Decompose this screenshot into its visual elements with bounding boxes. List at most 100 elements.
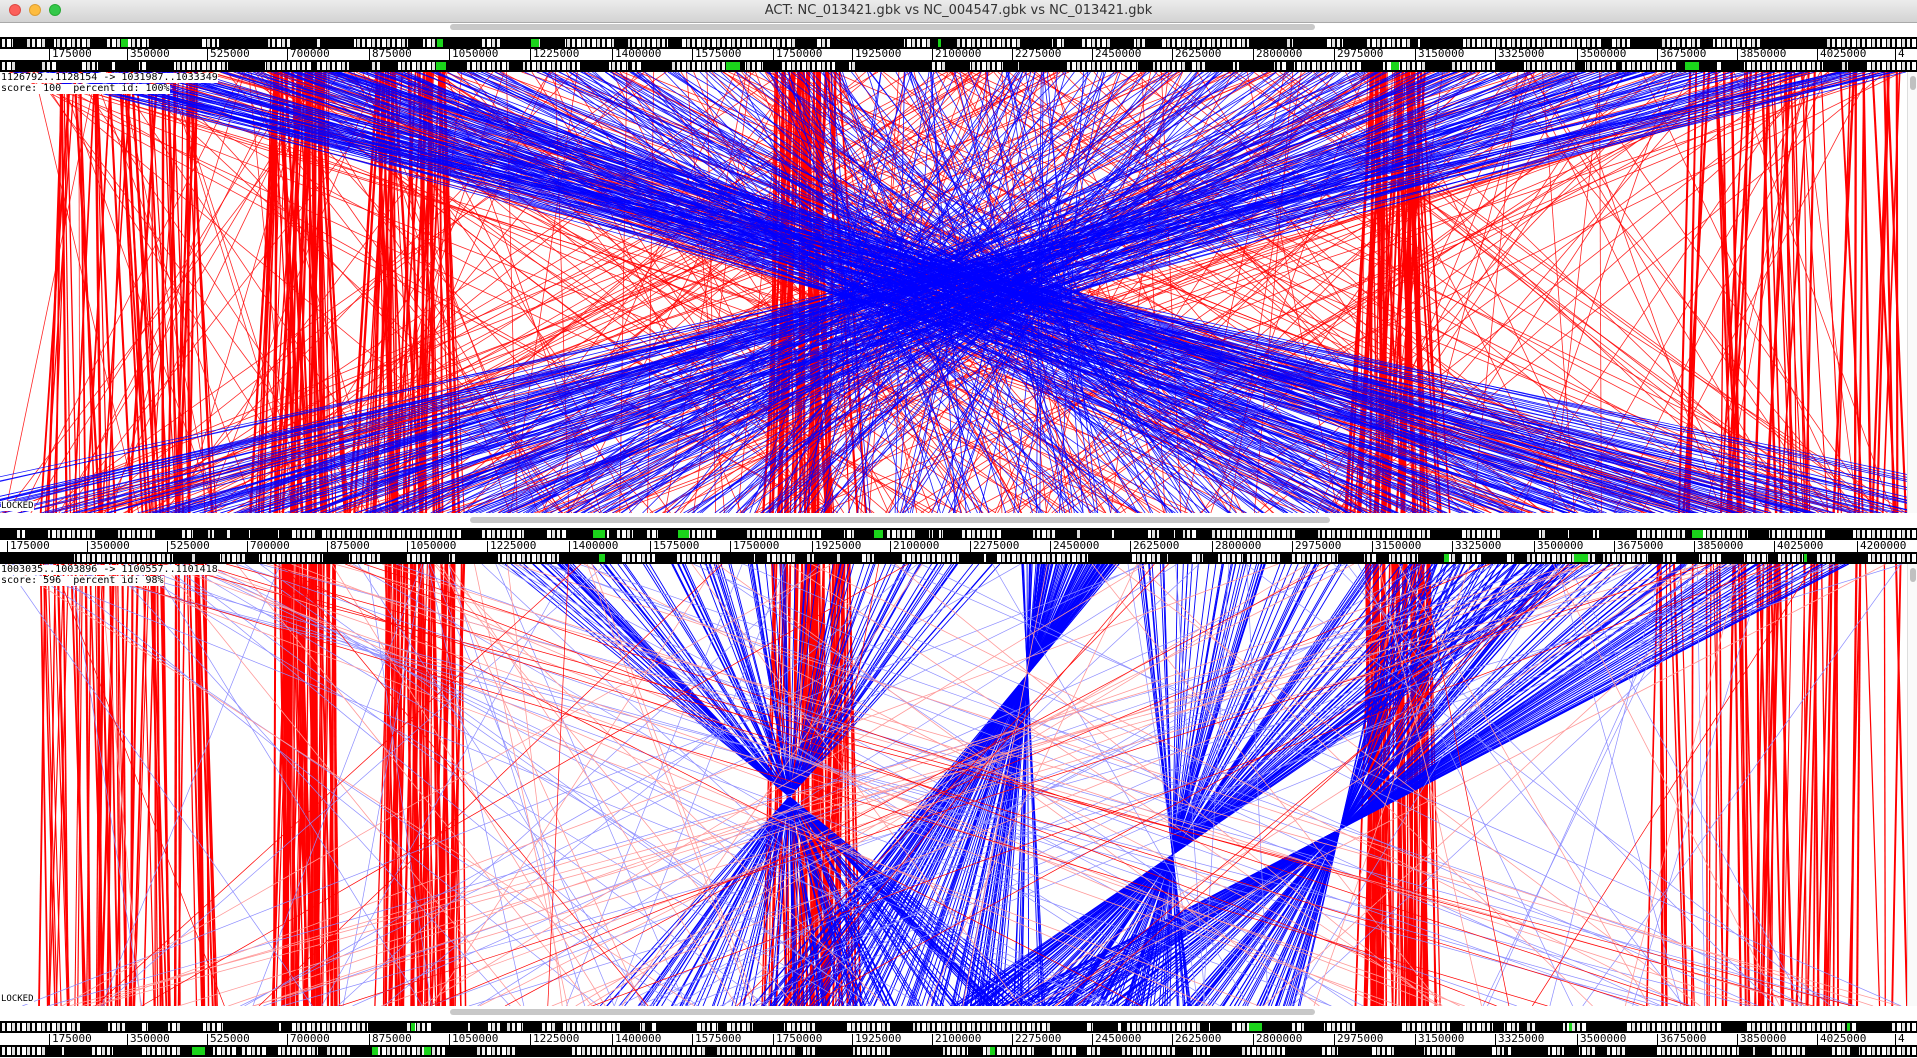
gene-feature[interactable] <box>1177 529 1183 539</box>
inverted-match[interactable] <box>123 564 851 1006</box>
direct-match[interactable] <box>1263 564 1748 1006</box>
gene-feature[interactable] <box>1577 61 1585 71</box>
gene-feature[interactable] <box>457 1046 476 1056</box>
highlighted-feature[interactable] <box>1391 62 1399 70</box>
gene-feature[interactable] <box>1710 61 1716 71</box>
gene-feature[interactable] <box>250 529 273 539</box>
gene-feature[interactable] <box>1101 1046 1114 1056</box>
gene-feature[interactable] <box>481 553 498 563</box>
direct-match[interactable] <box>1705 564 1708 1006</box>
gene-feature[interactable] <box>279 529 292 539</box>
gene-feature[interactable] <box>706 1046 717 1056</box>
gene-feature[interactable] <box>231 529 244 539</box>
gene-feature[interactable] <box>456 553 480 563</box>
gene-feature[interactable] <box>677 1022 692 1032</box>
gene-feature[interactable] <box>1338 553 1342 563</box>
gene-feature[interactable] <box>1851 1046 1859 1056</box>
gene-feature[interactable] <box>741 61 745 71</box>
gene-feature[interactable] <box>633 529 646 539</box>
gene-feature[interactable] <box>34 553 43 563</box>
gene-feature[interactable] <box>943 529 961 539</box>
inverted-match[interactable] <box>548 564 1692 1006</box>
gene-feature[interactable] <box>183 1022 192 1032</box>
bottom-comparison-matches[interactable] <box>0 564 1907 1006</box>
gene-feature[interactable] <box>1721 1022 1745 1032</box>
top-genome-reverse-feature-track[interactable] <box>0 60 1917 72</box>
gene-feature[interactable] <box>1201 1022 1209 1032</box>
highlighted-feature[interactable] <box>436 62 446 70</box>
highlighted-feature[interactable] <box>437 39 443 47</box>
gene-feature[interactable] <box>318 1046 327 1056</box>
highlighted-feature[interactable] <box>1685 62 1699 70</box>
gene-feature[interactable] <box>1295 529 1318 539</box>
highlighted-feature[interactable] <box>192 1047 205 1055</box>
gene-feature[interactable] <box>1535 1022 1561 1032</box>
scrollbar-thumb[interactable] <box>1910 568 1916 582</box>
direct-match[interactable] <box>339 564 1710 1006</box>
highlighted-feature[interactable] <box>990 1047 995 1055</box>
gene-feature[interactable] <box>1035 61 1066 71</box>
gene-feature[interactable] <box>1569 529 1593 539</box>
gene-feature[interactable] <box>550 1046 571 1056</box>
gene-feature[interactable] <box>1768 553 1778 563</box>
gene-feature[interactable] <box>1286 61 1294 71</box>
gene-feature[interactable] <box>312 61 316 71</box>
gene-feature[interactable] <box>866 61 885 71</box>
gene-feature[interactable] <box>1291 1046 1315 1056</box>
gene-feature[interactable] <box>1514 553 1527 563</box>
gene-feature[interactable] <box>1257 61 1274 71</box>
gene-feature[interactable] <box>36 529 48 539</box>
bottom-comparison-view[interactable]: 1003035..1003896 -> 1100557..1101418 sco… <box>0 564 1907 1006</box>
gene-feature[interactable] <box>1019 61 1030 71</box>
gene-feature[interactable] <box>50 1046 59 1056</box>
gene-feature[interactable] <box>580 61 609 71</box>
gene-feature[interactable] <box>769 61 779 71</box>
direct-match[interactable] <box>1862 72 1872 513</box>
highlighted-feature[interactable] <box>1249 1023 1262 1031</box>
gene-feature[interactable] <box>1839 553 1868 563</box>
direct-match[interactable] <box>1895 564 1907 1006</box>
gene-feature[interactable] <box>933 529 939 539</box>
gene-feature[interactable] <box>382 553 406 563</box>
gene-feature[interactable] <box>1107 553 1132 563</box>
gene-feature[interactable] <box>253 1022 279 1032</box>
highlighted-feature[interactable] <box>372 1047 378 1055</box>
gene-feature[interactable] <box>645 1022 651 1032</box>
gene-feature[interactable] <box>796 1046 803 1056</box>
gene-feature[interactable] <box>1034 1046 1051 1056</box>
gene-feature[interactable] <box>1160 553 1167 563</box>
inverted-match[interactable] <box>613 564 787 1006</box>
gene-feature[interactable] <box>1455 553 1461 563</box>
direct-match[interactable] <box>1891 564 1902 1006</box>
gene-feature[interactable] <box>1210 1022 1232 1032</box>
gene-feature[interactable] <box>1138 61 1153 71</box>
direct-match[interactable] <box>201 564 217 1006</box>
gene-feature[interactable] <box>133 1022 141 1032</box>
highlighted-feature[interactable] <box>1574 554 1588 562</box>
highlighted-feature[interactable] <box>121 39 128 47</box>
gene-feature[interactable] <box>1271 1022 1275 1032</box>
gene-feature[interactable] <box>148 1022 168 1032</box>
gene-feature[interactable] <box>1203 553 1218 563</box>
gene-feature[interactable] <box>796 553 806 563</box>
gene-feature[interactable] <box>655 553 676 563</box>
gene-feature[interactable] <box>1243 553 1247 563</box>
gene-feature[interactable] <box>349 61 371 71</box>
gene-feature[interactable] <box>817 1022 846 1032</box>
gene-feature[interactable] <box>1856 1022 1887 1032</box>
top-comparison-view[interactable]: 1126792..1128154 -> 1031987..1033349 sco… <box>0 72 1907 513</box>
gene-feature[interactable] <box>1003 529 1033 539</box>
gene-feature[interactable] <box>317 529 321 539</box>
gene-feature[interactable] <box>1825 529 1853 539</box>
highlighted-feature[interactable] <box>726 62 740 70</box>
direct-match[interactable] <box>1875 72 1890 513</box>
gene-feature[interactable] <box>556 1022 563 1032</box>
highlighted-feature[interactable] <box>1569 1023 1572 1031</box>
highlighted-feature[interactable] <box>938 39 941 47</box>
gene-feature[interactable] <box>1394 1046 1424 1056</box>
gene-feature[interactable] <box>55 553 74 563</box>
gene-feature[interactable] <box>1493 1022 1504 1032</box>
gene-feature[interactable] <box>1482 553 1505 563</box>
gene-feature[interactable] <box>1848 61 1867 71</box>
gene-feature[interactable] <box>1083 529 1112 539</box>
